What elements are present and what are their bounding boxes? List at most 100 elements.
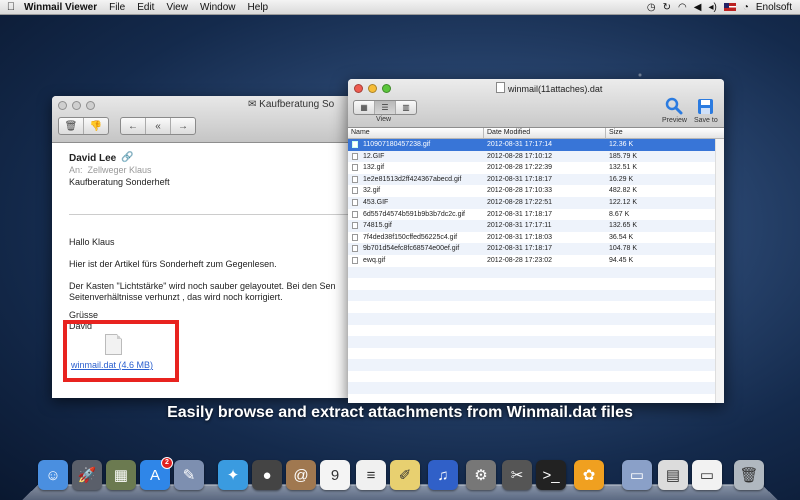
- viewer-window-title: winmail(11attaches).dat: [496, 82, 602, 94]
- dock-glyph: ☺: [45, 466, 61, 484]
- dock-glyph: A: [149, 466, 160, 484]
- body-line: Der Kasten "Lichtstärke" wird noch saube…: [69, 281, 336, 291]
- document-icon: [496, 82, 505, 93]
- file-name: 74815.gif: [363, 222, 392, 230]
- launchpad-icon[interactable]: 🚀: [72, 460, 102, 490]
- menu-view[interactable]: View: [160, 2, 194, 13]
- finder-icon[interactable]: ☺: [38, 460, 68, 490]
- dock-glyph: ✿: [582, 467, 596, 484]
- clock-icon[interactable]: ◔: [743, 2, 749, 13]
- attachment-highlight: [63, 320, 179, 382]
- empty-row: [348, 382, 716, 395]
- back-icon[interactable]: ◀: [694, 2, 702, 13]
- menu-edit[interactable]: Edit: [131, 2, 160, 13]
- winmail-viewer-icon[interactable]: ✿: [574, 460, 604, 490]
- delete-icon[interactable]: 🗑: [59, 118, 84, 134]
- file-name: 6d557d4574b591b9b3b7dc2c.gif: [363, 210, 465, 218]
- body-line: Hier ist der Artikel fürs Sonderheft zum…: [69, 259, 277, 269]
- file-row[interactable]: 12.GIF 2012-08-28 17:10:12 185.79 K: [348, 150, 716, 163]
- document-icon[interactable]: ▭: [692, 460, 722, 490]
- viewer-zoom-button[interactable]: [382, 84, 391, 93]
- icon-view-icon[interactable]: ▦: [354, 101, 375, 114]
- utility-icon[interactable]: ✂: [502, 460, 532, 490]
- apple-menu-icon[interactable]: : [0, 1, 22, 13]
- document-stack-icon[interactable]: ▤: [658, 460, 688, 490]
- reminders-icon[interactable]: ≡: [356, 460, 386, 490]
- file-name: 7f4ded38f150cffed56225c4.gif: [363, 233, 458, 241]
- file-date: 2012-08-31 17:18:17: [487, 175, 552, 183]
- file-row[interactable]: 453.GIF 2012-08-28 17:22:51 122.12 K: [348, 196, 716, 209]
- dock-glyph: >_: [542, 466, 560, 484]
- facetime-icon[interactable]: ●: [252, 460, 282, 490]
- sync-icon[interactable]: ↻: [663, 2, 671, 13]
- file-row[interactable]: 132.gif 2012-08-28 17:22:39 132.51 K: [348, 162, 716, 174]
- file-name: 9b701d54efc8fc68574e00ef.gif: [363, 245, 460, 253]
- junk-icon[interactable]: 👎: [84, 118, 108, 134]
- safari-icon[interactable]: ✦: [218, 460, 248, 490]
- column-date-modified[interactable]: Date Modified: [487, 129, 530, 136]
- menu-file[interactable]: File: [103, 2, 131, 13]
- reply-icon[interactable]: ←: [121, 118, 146, 134]
- file-size: 36.54 K: [609, 233, 634, 241]
- preview-button[interactable]: Preview: [662, 96, 687, 124]
- photo-app-icon[interactable]: ▦: [106, 460, 136, 490]
- scrollbar-track[interactable]: [715, 139, 724, 403]
- file-row[interactable]: 6d557d4574b591b9b3b7dc2c.gif 2012-08-31 1…: [348, 209, 716, 221]
- gif-file-icon: [352, 152, 358, 160]
- volume-icon[interactable]: ◂): [708, 2, 716, 13]
- dock: ☺ 🚀 ▦ A 2 ✎ ✦ ● @9 ≡ ✐ ♫ ⚙ ✂ >_ ✿ ▭ ▤ ▭ 🗑: [22, 456, 778, 500]
- time-machine-icon[interactable]: ◷: [647, 2, 656, 13]
- viewer-close-button[interactable]: [354, 84, 363, 93]
- forward-icon[interactable]: →: [171, 118, 195, 134]
- menu-help[interactable]: Help: [242, 2, 275, 13]
- dock-glyph: ▭: [699, 467, 715, 484]
- dock-glyph: ✦: [226, 467, 240, 484]
- notes-icon[interactable]: ✐: [390, 460, 420, 490]
- file-date: 2012-08-28 17:23:02: [487, 256, 552, 264]
- app-store-icon[interactable]: A2: [140, 457, 173, 490]
- column-view-icon[interactable]: ▥: [396, 101, 416, 114]
- file-row[interactable]: 74815.gif 2012-08-31 17:17:11 132.65 K: [348, 220, 716, 232]
- gif-file-icon: [352, 222, 358, 230]
- file-row[interactable]: 1e2e81513d2ff424367abecd.gif 2012-08-31 1…: [348, 173, 716, 186]
- file-date: 2012-08-31 17:18:03: [487, 233, 552, 241]
- mail-zoom-button[interactable]: [86, 101, 95, 110]
- save-to-button[interactable]: Save to: [694, 96, 718, 124]
- mail-minimize-button[interactable]: [72, 101, 81, 110]
- app-menu[interactable]: Winmail Viewer: [22, 2, 103, 13]
- applications-folder-icon[interactable]: ▭: [622, 460, 652, 490]
- list-view-icon[interactable]: ☰: [375, 101, 396, 114]
- empty-row: [348, 325, 716, 337]
- terminal-icon[interactable]: >_: [536, 460, 566, 490]
- file-row[interactable]: 110907180457238.gif 2012-08-31 17:17:14 12…: [348, 139, 716, 151]
- user-menu[interactable]: Enolsoft: [756, 2, 792, 13]
- column-size[interactable]: Size: [609, 129, 623, 136]
- file-name: 12.GIF: [363, 152, 385, 160]
- contacts-icon[interactable]: @: [286, 460, 316, 490]
- file-name: 132.gif: [363, 164, 385, 172]
- file-table-header: Name Date Modified Size: [348, 128, 724, 139]
- mail-titlebar: ✉ Kaufberatung So 🗑 👎 ← « →: [52, 96, 352, 143]
- calendar-icon[interactable]: 9: [320, 460, 350, 490]
- preview-icon[interactable]: ✎: [174, 460, 204, 490]
- system-preferences-icon[interactable]: ⚙: [466, 460, 496, 490]
- view-label: View: [376, 116, 392, 123]
- file-row[interactable]: 7f4ded38f150cffed56225c4.gif 2012-08-31 1…: [348, 232, 716, 244]
- file-date: 2012-08-31 17:18:17: [487, 210, 552, 218]
- mail-close-button[interactable]: [58, 101, 67, 110]
- us-flag-icon[interactable]: [723, 3, 736, 11]
- gif-file-icon: [352, 210, 358, 218]
- file-row[interactable]: ewq.gif 2012-08-28 17:23:02 94.45 K: [348, 255, 716, 267]
- reply-group: ← « →: [120, 117, 196, 135]
- file-row[interactable]: 32.gif 2012-08-28 17:10:33 482.82 K: [348, 185, 716, 197]
- column-name[interactable]: Name: [351, 129, 370, 136]
- dock-glyph: ▤: [665, 467, 681, 484]
- wifi-icon[interactable]: ◠: [678, 2, 687, 13]
- dock-glyph: ⚙: [474, 467, 488, 484]
- viewer-minimize-button[interactable]: [368, 84, 377, 93]
- menu-window[interactable]: Window: [194, 2, 242, 13]
- trash-icon[interactable]: 🗑: [734, 460, 764, 490]
- file-row[interactable]: 9b701d54efc8fc68574e00ef.gif 2012-08-31 1…: [348, 243, 716, 255]
- itunes-icon[interactable]: ♫: [428, 460, 458, 490]
- reply-all-icon[interactable]: «: [146, 118, 171, 134]
